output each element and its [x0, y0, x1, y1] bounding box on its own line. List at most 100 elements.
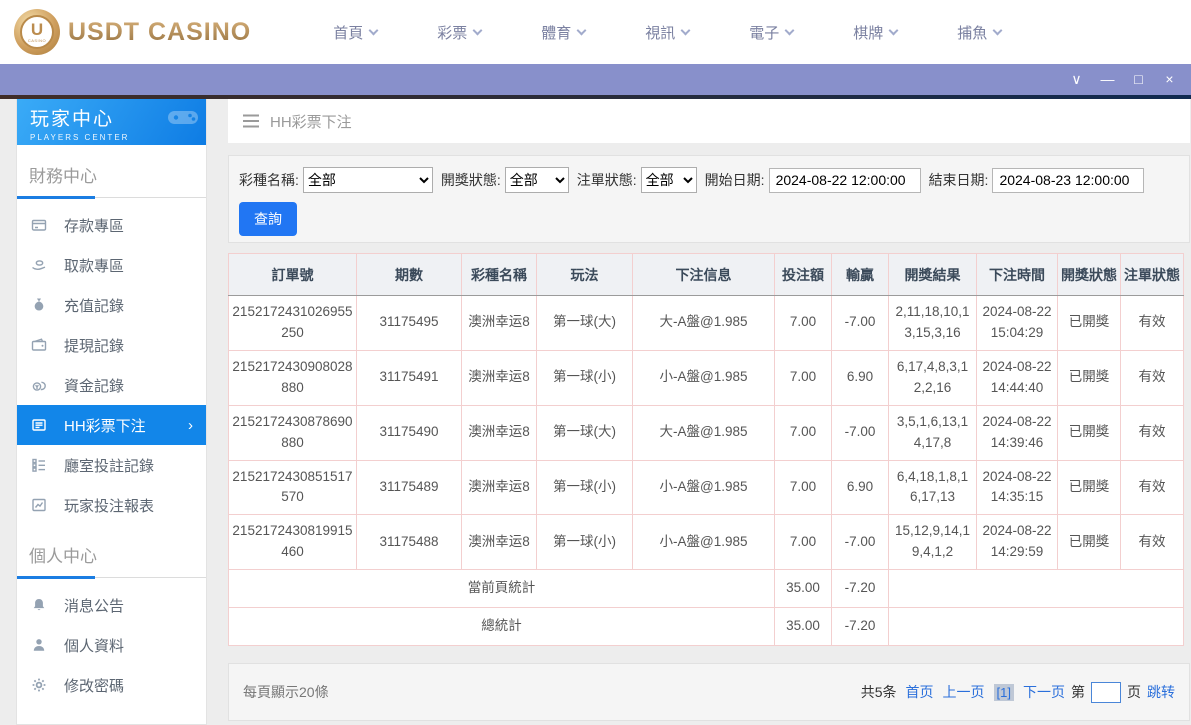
cell-order-no: 2152172430908028880	[229, 350, 357, 405]
chevron-down-icon	[681, 25, 691, 35]
order-status-label: 注單狀態:	[577, 170, 637, 190]
nav-label: 體育	[541, 22, 571, 43]
lottery-name-select[interactable]: 全部	[303, 167, 433, 193]
sidebar-item-label: 充值記錄	[64, 295, 124, 316]
cell-order-status: 有效	[1121, 405, 1184, 460]
col-header-order-no: 訂單號	[229, 254, 357, 296]
cell-order-status: 有效	[1121, 460, 1184, 515]
cell-bet-info: 大-A盤@1.985	[633, 296, 775, 351]
cell-lottery: 澳洲幸运8	[462, 350, 537, 405]
cell-amount: 7.00	[775, 350, 832, 405]
cell-order-no: 2152172430819915460	[229, 515, 357, 570]
cell-period: 31175491	[357, 350, 462, 405]
sidebar-item-label: 取款專區	[64, 255, 124, 276]
page-jump-input[interactable]	[1091, 682, 1121, 703]
cell-amount: 7.00	[775, 515, 832, 570]
hand-money-icon	[31, 257, 47, 273]
breadcrumb: HH彩票下注	[228, 99, 1190, 143]
nav-item-slots[interactable]: 電子	[719, 22, 823, 43]
window-close-button[interactable]: ×	[1154, 64, 1185, 95]
sidebar-item-room-bet-records[interactable]: 廳室投註記錄	[17, 445, 206, 485]
order-status-select[interactable]: 全部	[641, 167, 697, 193]
nav-item-home[interactable]: 首頁	[303, 22, 407, 43]
cell-play: 第一球(小)	[537, 515, 633, 570]
cell-play: 第一球(小)	[537, 350, 633, 405]
sidebar-item-withdraw-zone[interactable]: 取款專區	[17, 245, 206, 285]
chevron-down-icon	[785, 25, 795, 35]
cell-time: 2024-08-22 14:39:46	[977, 405, 1058, 460]
prev-page-link[interactable]: 上一页	[943, 682, 985, 702]
end-date-input[interactable]	[992, 168, 1144, 193]
page-title: HH彩票下注	[270, 111, 352, 132]
nav-item-lottery[interactable]: 彩票	[407, 22, 511, 43]
jump-link[interactable]: 跳转	[1147, 682, 1175, 702]
summary-empty	[889, 608, 1184, 646]
cell-draw-status: 已開獎	[1058, 405, 1121, 460]
sidebar-item-label: 提現記錄	[64, 335, 124, 356]
sidebar-item-deposit-zone[interactable]: 存款專區	[17, 205, 206, 245]
col-header-play-type: 玩法	[537, 254, 633, 296]
sidebar-item-funds-records[interactable]: 資金記錄	[17, 365, 206, 405]
gradient-divider	[0, 95, 1191, 99]
start-date-input[interactable]	[769, 168, 921, 193]
hamburger-menu-icon[interactable]	[242, 114, 260, 128]
report-chart-icon	[31, 497, 47, 513]
sidebar-item-profile[interactable]: 個人資料	[17, 625, 206, 665]
window-collapse-button[interactable]: ∨	[1061, 64, 1092, 95]
cell-lottery: 澳洲幸运8	[462, 515, 537, 570]
sidebar-item-withdrawal-records[interactable]: 提現記錄	[17, 325, 206, 365]
filter-panel: 彩種名稱: 全部 開獎狀態: 全部 注單狀態: 全部 開始日期: 結束日期: 查…	[228, 155, 1190, 243]
nav-item-boardgames[interactable]: 棋牌	[823, 22, 927, 43]
wallet-icon	[31, 337, 47, 353]
pager: 共5条 首页 上一页 [1] 下一页 第 页 跳转	[861, 682, 1175, 703]
summary-row-total: 總統計 35.00 -7.20	[229, 608, 1184, 646]
summary-winloss: -7.20	[832, 608, 889, 646]
first-page-link[interactable]: 首页	[906, 682, 934, 702]
window-maximize-button[interactable]: □	[1123, 64, 1154, 95]
sidebar: 玩家中心 PLAYERS CENTER 財務中心 存款專區 取款專區 充值記錄	[16, 99, 207, 725]
cell-winloss: -7.00	[832, 515, 889, 570]
sidebar-item-player-bet-report[interactable]: 玩家投注報表	[17, 485, 206, 525]
nav-label: 彩票	[437, 22, 467, 43]
sidebar-item-announcements[interactable]: 消息公告	[17, 585, 206, 625]
brand-logo[interactable]: U CASINO USDT CASINO	[14, 9, 251, 55]
cell-winloss: -7.00	[832, 296, 889, 351]
sidebar-item-change-password[interactable]: 修改密碼	[17, 665, 206, 705]
window-title-bar: ∨ — □ ×	[0, 64, 1191, 95]
sidebar-item-label: 資金記錄	[64, 375, 124, 396]
nav-item-sports[interactable]: 體育	[511, 22, 615, 43]
brand-name: USDT CASINO	[68, 18, 251, 47]
nav-label: 視訊	[645, 22, 675, 43]
sidebar-item-recharge-records[interactable]: 充值記錄	[17, 285, 206, 325]
next-page-link[interactable]: 下一页	[1023, 682, 1065, 702]
nav-item-fishing[interactable]: 捕魚	[927, 22, 1031, 43]
cell-period: 31175489	[357, 460, 462, 515]
sidebar-item-label: 個人資料	[64, 635, 124, 656]
cell-time: 2024-08-22 14:29:59	[977, 515, 1058, 570]
summary-label: 當前頁統計	[229, 570, 775, 608]
cell-time: 2024-08-22 15:04:29	[977, 296, 1058, 351]
cell-order-no: 2152172431026955250	[229, 296, 357, 351]
bets-table: 訂單號 期數 彩種名稱 玩法 下注信息 投注額 輸贏 開獎結果 下注時間 開獎狀…	[228, 253, 1184, 646]
chevron-down-icon	[889, 25, 899, 35]
cell-amount: 7.00	[775, 296, 832, 351]
chevron-down-icon	[577, 25, 587, 35]
summary-amount: 35.00	[775, 608, 832, 646]
window-minimize-button[interactable]: —	[1092, 64, 1123, 95]
end-date-label: 結束日期:	[929, 170, 989, 190]
cell-lottery: 澳洲幸运8	[462, 460, 537, 515]
person-icon	[31, 637, 47, 653]
sidebar-item-hh-lottery-bets[interactable]: HH彩票下注 ›	[17, 405, 206, 445]
cell-period: 31175495	[357, 296, 462, 351]
draw-status-select[interactable]: 全部	[505, 167, 569, 193]
nav-item-live[interactable]: 視訊	[615, 22, 719, 43]
table-header-row: 訂單號 期數 彩種名稱 玩法 下注信息 投注額 輸贏 開獎結果 下注時間 開獎狀…	[229, 254, 1184, 296]
money-bag-icon	[31, 297, 47, 313]
cell-time: 2024-08-22 14:44:40	[977, 350, 1058, 405]
sidebar-item-label: 修改密碼	[64, 675, 124, 696]
chevron-down-icon	[473, 25, 483, 35]
nav-label: 電子	[749, 22, 779, 43]
cell-period: 31175488	[357, 515, 462, 570]
total-count: 共5条	[861, 682, 897, 702]
search-button[interactable]: 查詢	[239, 202, 297, 236]
